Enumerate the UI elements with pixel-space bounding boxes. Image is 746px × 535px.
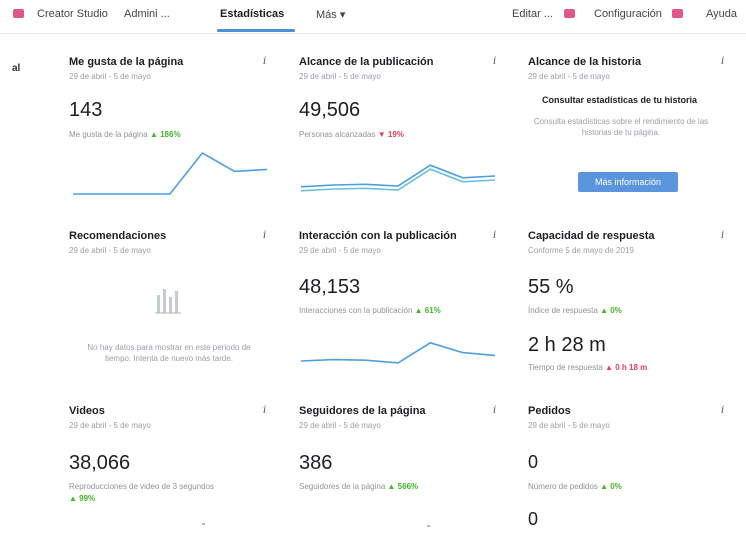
reach-sparkline (300, 164, 496, 192)
nav-more-menu[interactable]: Más ▾ (316, 8, 345, 21)
empty-state-text: No hay datos para mostrar en este period… (87, 343, 251, 363)
card-orders[interactable]: Pedidos i 29 de abril - 5 de mayo 0 Núme… (528, 405, 728, 530)
likes-sparkline (73, 151, 268, 195)
top-navigation: Creator Studio Admini ... Estadísticas M… (0, 0, 746, 34)
tab-estadisticas[interactable]: Estadísticas (220, 8, 284, 20)
card-page-followers[interactable]: Seguidores de la página i 29 de abril - … (299, 405, 499, 527)
story-description: Consulta estadísticas sobre el rendimien… (533, 117, 709, 137)
card-page-likes[interactable]: Me gusta de la página i 29 de abril - 5 … (69, 56, 269, 206)
change-badge: ▲ 61% (414, 306, 441, 315)
card-date: 29 de abril - 5 de mayo (299, 72, 381, 81)
empty-chart-icon (155, 289, 181, 314)
response-time-subtitle: Tiempo de respuesta ▲ 0 h 18 m (528, 363, 648, 372)
card-title: Seguidores de la página (299, 405, 426, 417)
card-post-reach[interactable]: Alcance de la publicación i 29 de abril … (299, 56, 499, 206)
change-badge: ▲ 566% (387, 482, 419, 491)
info-icon[interactable]: i (263, 230, 266, 241)
settings-badge-icon[interactable] (672, 9, 683, 18)
response-time-value: 2 h 28 m (528, 334, 606, 356)
card-title: Alcance de la historia (528, 56, 642, 68)
info-icon[interactable]: i (263, 405, 266, 416)
more-info-button[interactable]: Más información (578, 172, 678, 192)
metric-value-secondary: 0 (528, 509, 539, 529)
card-post-engagement[interactable]: Interacción con la publicación i 29 de a… (299, 230, 499, 380)
card-title: Interacción con la publicación (299, 230, 457, 242)
active-tab-indicator (217, 29, 295, 32)
sparkline-series (73, 151, 268, 195)
info-icon[interactable]: i (263, 56, 266, 67)
info-icon[interactable]: i (721, 230, 724, 241)
change-badge: ▼ 19% (377, 130, 404, 139)
card-date: 29 de abril - 5 de mayo (528, 421, 610, 430)
info-icon[interactable]: i (493, 56, 496, 67)
notification-icon[interactable] (564, 9, 575, 18)
page-icon (13, 9, 24, 18)
card-title: Recomendaciones (69, 230, 167, 242)
metric-value: 143 (69, 99, 103, 121)
response-rate-value: 55 % (528, 276, 574, 298)
metric-value: 386 (299, 452, 333, 474)
metric-subtitle: Interacciones con la publicación ▲ 61% (299, 306, 441, 315)
metric-value: 49,506 (299, 99, 361, 121)
nav-admin[interactable]: Admini ... (124, 8, 170, 20)
metric-subtitle: Me gusta de la página ▲ 186% (69, 130, 181, 139)
card-date: 29 de abril - 5 de mayo (69, 72, 151, 81)
sparkline-series (300, 168, 496, 192)
card-date: 29 de abril - 5 de mayo (528, 72, 610, 81)
chart-stub (202, 523, 205, 525)
info-icon[interactable]: i (493, 230, 496, 241)
card-date: 29 de abril - 5 de mayo (69, 246, 151, 255)
nav-edit[interactable]: Editar ... (512, 8, 553, 20)
metric-subtitle: Seguidores de la página ▲ 566% (299, 482, 419, 491)
card-videos[interactable]: Videos i 29 de abril - 5 de mayo 38,066 … (69, 405, 269, 525)
change-badge: ▲ 0% (600, 482, 622, 491)
card-date: Conforme 5 de mayo de 2019 (528, 246, 634, 255)
card-date: 29 de abril - 5 de mayo (299, 421, 381, 430)
engagement-sparkline (300, 341, 496, 364)
change-badge: ▲ 186% (149, 130, 181, 139)
nav-creator-studio[interactable]: Creator Studio (37, 8, 108, 20)
sidebar-label: al (12, 63, 21, 74)
change-badge: ▲ 0 h 18 m (605, 363, 648, 372)
metric-value: 0 (528, 452, 539, 472)
nav-help[interactable]: Ayuda (706, 8, 737, 20)
response-rate-subtitle: Índice de respuesta ▲ 0% (528, 306, 622, 315)
info-icon[interactable]: i (721, 56, 724, 67)
metric-subtitle: Número de pedidos ▲ 0% (528, 482, 622, 491)
story-heading: Consultar estadísticas de tu historia (542, 95, 698, 105)
card-story-reach[interactable]: Alcance de la historia i 29 de abril - 5… (528, 56, 728, 206)
change-badge: ▲ 0% (600, 306, 622, 315)
metric-value: 48,153 (299, 276, 361, 298)
card-responsiveness[interactable]: Capacidad de respuesta i Conforme 5 de m… (528, 230, 728, 380)
change-badge: ▲ 99% (69, 494, 96, 503)
card-date: 29 de abril - 5 de mayo (299, 246, 381, 255)
metric-subtitle: Reproducciones de video de 3 segundos (69, 482, 214, 491)
card-title: Capacidad de respuesta (528, 230, 655, 242)
card-title: Alcance de la publicación (299, 56, 434, 68)
sparkline-series (300, 164, 496, 188)
card-title: Pedidos (528, 405, 571, 417)
metric-value: 38,066 (69, 452, 131, 474)
sparkline-series (300, 341, 496, 364)
card-recommendations[interactable]: Recomendaciones i 29 de abril - 5 de may… (69, 230, 269, 380)
nav-settings[interactable]: Configuración (594, 8, 662, 20)
chart-stub (427, 525, 430, 527)
card-title: Videos (69, 405, 105, 417)
info-icon[interactable]: i (493, 405, 496, 416)
card-date: 29 de abril - 5 de mayo (69, 421, 151, 430)
card-title: Me gusta de la página (69, 56, 184, 68)
metric-subtitle: Personas alcanzadas ▼ 19% (299, 130, 404, 139)
info-icon[interactable]: i (721, 405, 724, 416)
